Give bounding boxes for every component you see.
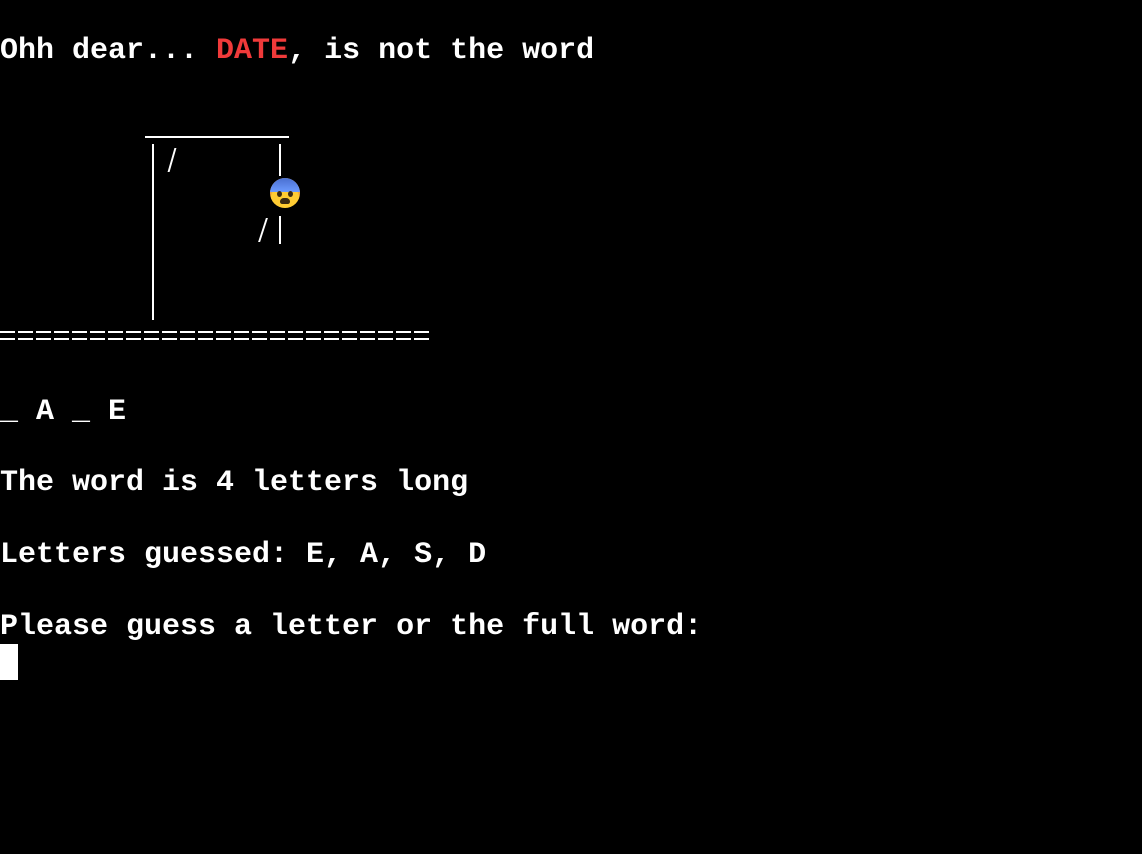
gallows-top-beam	[145, 136, 289, 138]
word-length-info: The word is 4 letters long	[0, 466, 469, 500]
input-cursor[interactable]	[0, 644, 18, 680]
letters-guessed: Letters guessed: E, A, S, D	[0, 538, 487, 572]
message-prefix: Ohh dear...	[0, 34, 217, 68]
gallows-rope	[279, 144, 281, 176]
message-suffix: , is not the word	[288, 34, 595, 68]
guess-prompt: Please guess a letter or the full word:	[0, 610, 703, 644]
fearful-face-icon	[270, 178, 300, 208]
figure-body	[279, 216, 281, 244]
figure-left-arm	[258, 218, 268, 242]
guessed-word: DATE	[216, 34, 289, 68]
hangman-drawing	[0, 120, 440, 350]
terminal-window: Ohh dear... DATE, is not the word _ A _ …	[0, 0, 1142, 854]
gallows-brace	[167, 148, 177, 172]
word-progress: _ A _ E	[0, 395, 127, 429]
gallows-post	[152, 144, 154, 320]
wrong-guess-message: Ohh dear... DATE, is not the word	[0, 33, 594, 69]
gallows-ground	[0, 324, 432, 346]
